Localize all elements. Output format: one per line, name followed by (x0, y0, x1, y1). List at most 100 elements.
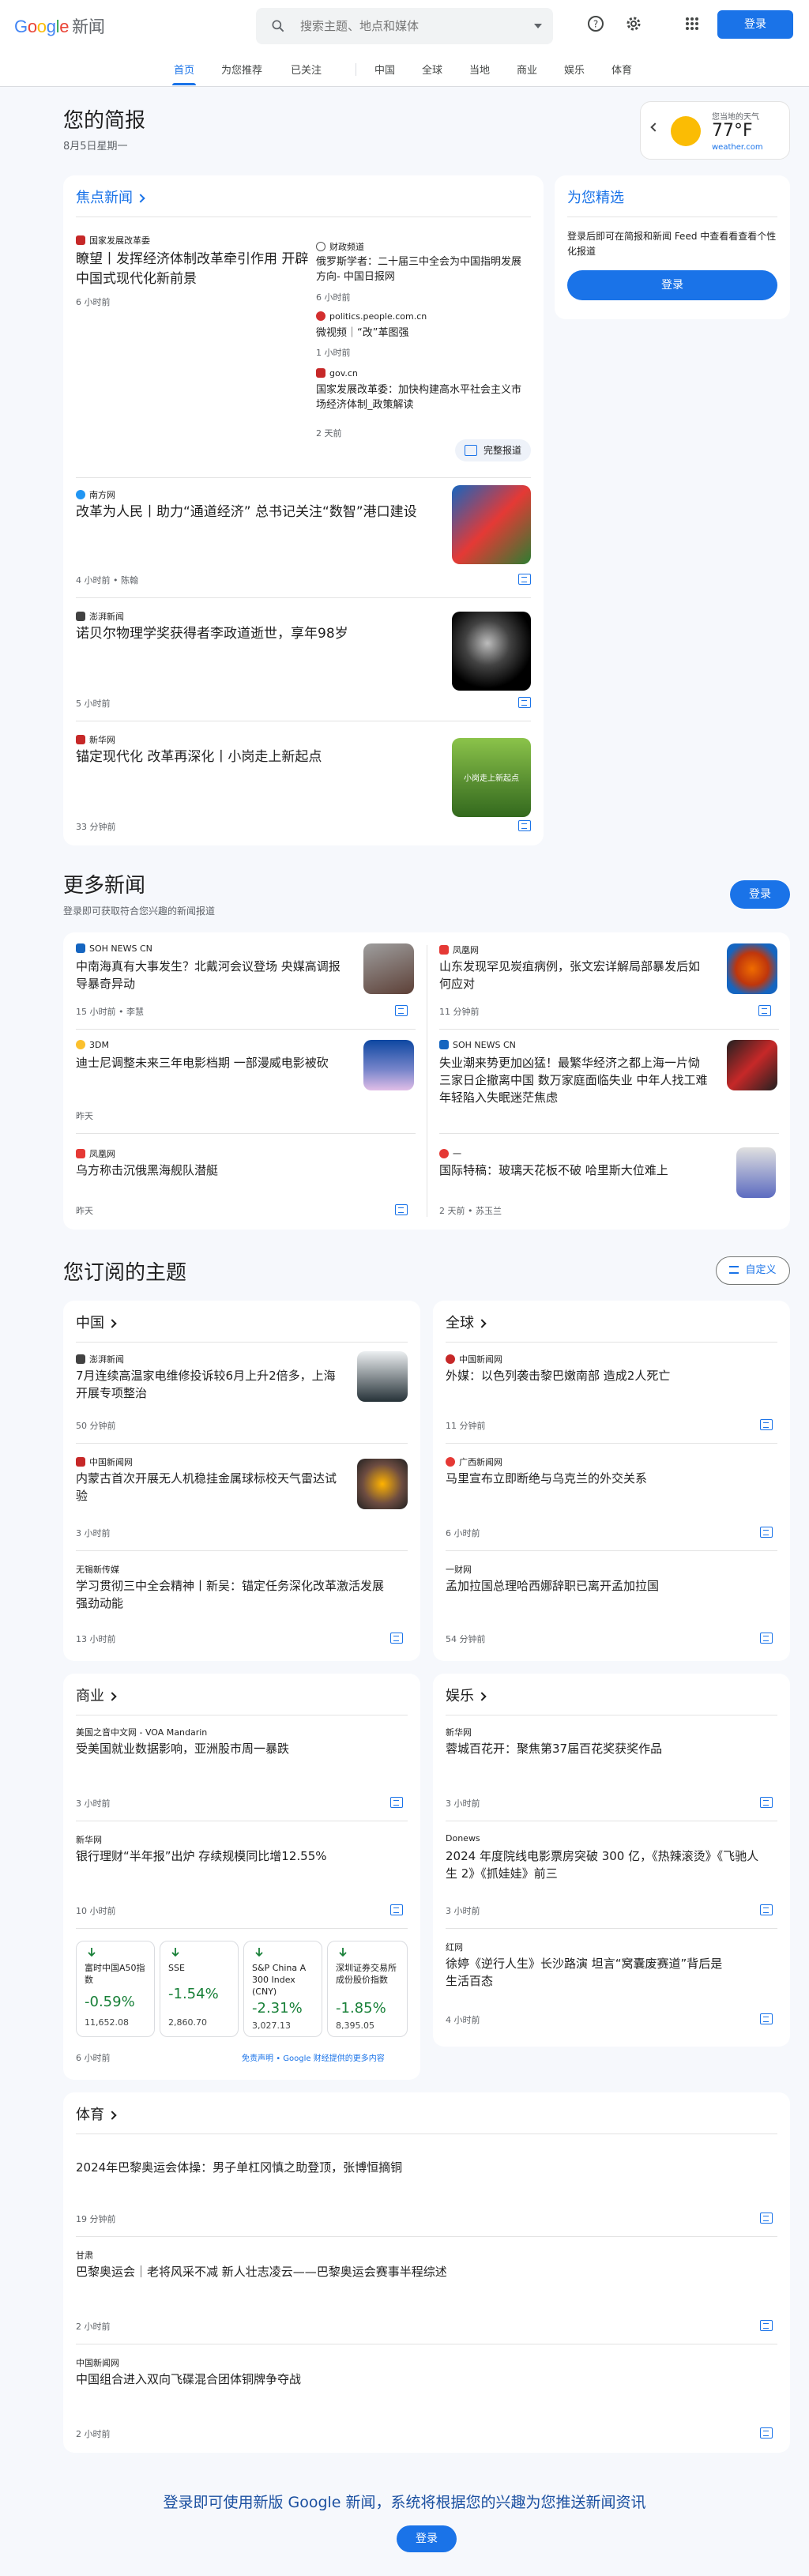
topic-title[interactable]: 全球 (446, 1312, 487, 1332)
full-coverage-icon[interactable] (518, 697, 531, 708)
story-time: 2 小时前 (76, 2429, 111, 2439)
stock-card[interactable]: SSE -1.54% 2,860.70 (160, 1941, 239, 2037)
full-coverage-icon[interactable] (760, 1904, 773, 1915)
full-coverage-icon[interactable] (390, 1904, 403, 1915)
tab-sports[interactable]: 体育 (611, 62, 632, 77)
full-coverage-icon[interactable] (395, 1204, 408, 1215)
story-headline[interactable]: 改革为人民丨助力“通道经济” 总书记关注“数智”港口建设 (76, 503, 423, 522)
story-headline[interactable]: 山东发现罕见炭疽病例，张文宏详解局部暴发后如何应对 (439, 958, 708, 992)
full-coverage-icon[interactable] (518, 574, 531, 585)
story-time: 19 分钟前 (76, 2214, 116, 2224)
help-icon[interactable]: ? (586, 14, 605, 33)
story-thumbnail[interactable] (452, 485, 531, 564)
tab-business[interactable]: 商业 (517, 62, 537, 77)
tab-local[interactable]: 当地 (469, 62, 490, 77)
tab-entertainment[interactable]: 娱乐 (564, 62, 585, 77)
story-thumbnail[interactable]: 小岗走上新起点 (452, 738, 531, 817)
story-headline[interactable]: 内蒙古首次开展无人机稳挂金属球标校天气雷达试验 (76, 1470, 344, 1505)
full-coverage-icon[interactable] (758, 1005, 771, 1016)
full-coverage-icon[interactable] (760, 2013, 773, 2024)
for-you-signin-button[interactable]: 登录 (567, 270, 777, 300)
story-headline[interactable]: 受美国就业数据影响，亚洲股市周一暴跌 (76, 1740, 392, 1757)
story-headline[interactable]: 孟加拉国总理哈西娜辞职已离开孟加拉国 (446, 1577, 762, 1595)
story-thumbnail[interactable] (357, 1459, 408, 1509)
lead-headline[interactable]: 瞭望丨发挥经济体制改革牵引作用 开辟中国式现代化新前景 (76, 250, 313, 289)
story-thumbnail[interactable] (357, 1351, 408, 1402)
story-headline[interactable]: 中国组合进入双向飞碟混合团体铜牌争夺战 (76, 2371, 755, 2388)
full-coverage-icon[interactable] (760, 2427, 773, 2439)
signin-button[interactable]: 登录 (717, 10, 793, 39)
story-headline[interactable]: 巴黎奥运会｜老将风采不减 新人壮志凌云——巴黎奥运会赛事半程综述 (76, 2263, 755, 2280)
tab-following[interactable]: 已关注 (291, 62, 322, 77)
story-headline[interactable]: 徐婷《逆行人生》长沙路演 坦言“窝囊废赛道”背后是生活百态 (446, 1955, 730, 1990)
stock-card[interactable]: 富时中国A50指数 -0.59% 11,652.08 (76, 1941, 155, 2037)
side-headline[interactable]: 俄罗斯学者：二十届三中全会为中国指明发展方向- 中国日报网 (316, 254, 529, 284)
topic-title[interactable]: 中国 (76, 1312, 117, 1332)
story-headline[interactable]: 蓉城百花开：聚焦第37届百花奖获奖作品 (446, 1740, 762, 1757)
full-coverage-icon[interactable] (760, 2320, 773, 2331)
top-stories-title[interactable]: 焦点新闻 (76, 186, 145, 207)
story-thumbnail[interactable] (736, 1147, 776, 1198)
story-thumbnail[interactable] (363, 943, 414, 994)
full-coverage-icon[interactable] (760, 1527, 773, 1538)
side-headline[interactable]: 国家发展改革委：加快构建高水平社会主义市场经济体制_政策解读 (316, 382, 529, 412)
story-headline[interactable]: 迪士尼调整未来三年电影档期 一部漫威电影被砍 (76, 1054, 344, 1071)
story-headline[interactable]: 国际特稿：玻璃天花板不破 哈里斯大位难上 (439, 1162, 708, 1179)
story-headline[interactable]: 乌方称击沉俄黑海舰队潜艇 (76, 1162, 344, 1179)
story-headline[interactable]: 银行理财“半年报”出炉 存续规模同比增12.55% (76, 1847, 392, 1865)
story-thumbnail[interactable] (452, 612, 531, 691)
story-time: 3 小时前 (446, 1906, 480, 1916)
side-source-label: politics.people.com.cn (329, 311, 427, 322)
stock-card[interactable]: S&P China A 300 Index (CNY) -2.31% 3,027… (243, 1941, 322, 2037)
full-coverage-icon[interactable] (390, 1633, 403, 1644)
story-headline[interactable]: 外媒：以色列袭击黎巴嫩南部 造成2人死亡 (446, 1367, 762, 1384)
chevron-left-icon[interactable] (650, 122, 660, 132)
google-news-logo[interactable]: Google 新闻 (14, 14, 105, 38)
weather-widget[interactable]: 您当地的天气 77°F weather.com (640, 101, 790, 160)
side-source: gov.cn (316, 368, 358, 378)
tab-world[interactable]: 全球 (422, 62, 442, 77)
full-coverage-icon[interactable] (390, 1797, 403, 1808)
story-headline[interactable]: 马里宣布立即断绝与乌克兰的外交关系 (446, 1470, 762, 1487)
story-headline[interactable]: 失业潮来势更加凶猛！最繁华经济之都上海一片恸 三家日企撤离中国 数万家庭面临失业… (439, 1054, 708, 1106)
finance-more-link[interactable]: • Google 财经提供的更多内容 (276, 2054, 385, 2063)
story-headline[interactable]: 2024年巴黎奥运会体操：男子单杠冈慎之助登顶，张博恒摘铜 (76, 2159, 755, 2176)
story-headline[interactable]: 2024 年度院线电影票房突破 300 亿，《热辣滚烫》《飞驰人生 2》《抓娃娃… (446, 1847, 762, 1882)
tab-for-you[interactable]: 为您推荐 (221, 62, 262, 77)
tab-home[interactable]: 首页 (171, 62, 197, 85)
topic-title[interactable]: 商业 (76, 1685, 117, 1705)
story-headline[interactable]: 中南海真有大事发生？北戴河会议登场 央媒高调报导暴奇异动 (76, 958, 344, 992)
full-coverage-button[interactable]: 完整报道 (455, 439, 531, 461)
full-coverage-icon[interactable] (760, 2213, 773, 2224)
story-thumbnail[interactable] (363, 1040, 414, 1090)
story-thumbnail[interactable] (727, 1040, 777, 1090)
story-headline[interactable]: 锚定现代化 改革再深化丨小岗走上新起点 (76, 748, 423, 767)
story-headline[interactable]: 7月连续高温家电维修投诉较6月上升2倍多，上海开展专项整治 (76, 1367, 344, 1402)
search-input[interactable] (300, 17, 514, 35)
tab-china[interactable]: 中国 (374, 62, 395, 77)
footer-signin-button[interactable]: 登录 (397, 2525, 457, 2552)
full-coverage-icon[interactable] (760, 1797, 773, 1808)
story-headline[interactable]: 学习贯彻三中全会精神丨新吴：锚定任务深化改革激活发展强劲动能 (76, 1577, 392, 1612)
customize-icon (729, 1266, 739, 1274)
stock-card[interactable]: 深圳证券交易所成份股价指数 -1.85% 8,395.05 (327, 1941, 408, 2037)
full-coverage-icon[interactable] (518, 820, 531, 831)
story-time: 6 小时前 (446, 1528, 480, 1538)
more-news-signin-button[interactable]: 登录 (730, 880, 790, 909)
more-news-subtitle: 登录即可获取符合您兴趣的新闻报道 (63, 906, 216, 917)
disclaimer-link[interactable]: 免责声明 (242, 2054, 273, 2063)
topic-title[interactable]: 娱乐 (446, 1685, 487, 1705)
full-coverage-icon[interactable] (760, 1419, 773, 1430)
story-headline[interactable]: 诺贝尔物理学奖获得者李政道逝世，享年98岁 (76, 624, 423, 644)
full-coverage-icon[interactable] (760, 1633, 773, 1644)
weather-source[interactable]: weather.com (712, 143, 763, 152)
customize-button[interactable]: 自定义 (716, 1256, 790, 1285)
apps-grid-icon[interactable] (683, 14, 702, 33)
gear-icon[interactable] (624, 14, 643, 33)
full-coverage-icon[interactable] (395, 1005, 408, 1016)
story-thumbnail[interactable] (727, 943, 777, 994)
search-box[interactable] (256, 8, 553, 44)
topic-title[interactable]: 体育 (76, 2103, 117, 2124)
side-headline[interactable]: 微视频｜“改”革图强 (316, 326, 529, 341)
chevron-down-icon[interactable] (534, 24, 542, 28)
